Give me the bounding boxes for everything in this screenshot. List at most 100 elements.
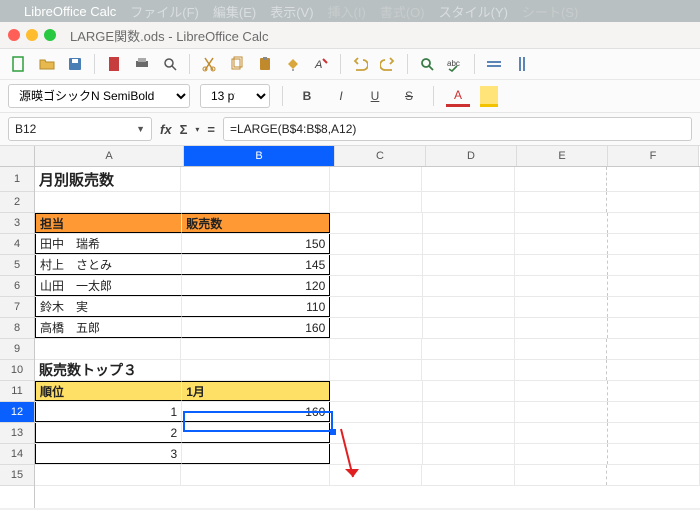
font-size-select[interactable]: 13 pt [200, 84, 270, 108]
cell[interactable]: 販売数トップ３ [35, 360, 181, 380]
paste-button[interactable] [254, 53, 276, 75]
name-box-dropdown-icon[interactable]: ▼ [136, 124, 145, 134]
cell[interactable] [422, 465, 515, 485]
export-pdf-button[interactable] [103, 53, 125, 75]
clear-format-button[interactable]: A [310, 53, 332, 75]
cell[interactable]: 120 [182, 276, 330, 296]
cell[interactable] [515, 276, 607, 296]
cell[interactable] [35, 339, 181, 359]
cell[interactable] [422, 360, 515, 380]
cell[interactable] [181, 339, 329, 359]
cell[interactable] [515, 255, 607, 275]
equals-button[interactable]: = [207, 122, 215, 137]
cell[interactable] [608, 402, 700, 422]
cell[interactable] [608, 255, 700, 275]
cell[interactable] [608, 423, 700, 443]
undo-button[interactable] [349, 53, 371, 75]
print-button[interactable] [131, 53, 153, 75]
cell[interactable] [330, 276, 422, 296]
cell[interactable] [607, 192, 700, 212]
cell[interactable]: 山田 一太郎 [35, 276, 182, 296]
cell[interactable] [330, 423, 422, 443]
menu-view[interactable]: 表示(V) [270, 2, 313, 21]
cell[interactable] [608, 381, 700, 401]
cell[interactable]: 2 [35, 423, 182, 443]
redo-button[interactable] [377, 53, 399, 75]
window-zoom-button[interactable] [44, 29, 56, 41]
print-preview-button[interactable] [159, 53, 181, 75]
cell[interactable] [423, 276, 515, 296]
cell[interactable] [181, 167, 329, 191]
cell[interactable] [423, 234, 515, 254]
cells-area[interactable]: 月別販売数 担当 販売数 [35, 167, 700, 486]
cell[interactable] [330, 318, 422, 338]
menu-file[interactable]: ファイル(F) [130, 2, 199, 21]
cell[interactable] [608, 318, 700, 338]
cell[interactable] [607, 339, 700, 359]
column-header[interactable]: F [608, 146, 699, 166]
cell[interactable] [423, 318, 515, 338]
cell[interactable] [607, 167, 700, 191]
cell[interactable] [330, 360, 423, 380]
cell[interactable] [35, 465, 181, 485]
window-minimize-button[interactable] [26, 29, 38, 41]
row-header[interactable]: 1 [0, 167, 34, 192]
cell[interactable] [181, 192, 329, 212]
italic-button[interactable]: I [329, 84, 353, 108]
column-header[interactable]: C [335, 146, 426, 166]
row-header[interactable]: 6 [0, 276, 34, 297]
row-header[interactable]: 5 [0, 255, 34, 276]
cell[interactable] [330, 213, 422, 233]
row-header[interactable]: 2 [0, 192, 34, 213]
highlight-color-button[interactable] [480, 86, 498, 107]
cell[interactable] [423, 297, 515, 317]
row-header[interactable]: 15 [0, 465, 34, 486]
cell[interactable] [330, 234, 422, 254]
menu-format[interactable]: 書式(O) [380, 2, 425, 21]
cell[interactable] [608, 297, 700, 317]
find-button[interactable] [416, 53, 438, 75]
cell[interactable] [330, 255, 422, 275]
cell[interactable]: 1 [35, 402, 182, 422]
cut-button[interactable] [198, 53, 220, 75]
cell[interactable]: 110 [182, 297, 330, 317]
cell[interactable] [330, 381, 422, 401]
cell[interactable] [330, 444, 422, 464]
cell[interactable] [608, 213, 700, 233]
cell[interactable] [422, 192, 515, 212]
cell[interactable]: 160 [182, 402, 330, 422]
menu-sheet[interactable]: シート(S) [522, 2, 578, 21]
cell[interactable]: 村上 さとみ [35, 255, 182, 275]
row-header[interactable]: 10 [0, 360, 34, 381]
function-wizard-button[interactable]: fx [160, 122, 172, 137]
clone-format-button[interactable] [282, 53, 304, 75]
cell[interactable]: 160 [182, 318, 330, 338]
cell[interactable] [181, 360, 329, 380]
row-header[interactable]: 3 [0, 213, 34, 234]
cell[interactable] [330, 339, 423, 359]
cell[interactable]: 1月 [182, 381, 330, 401]
cell[interactable] [330, 465, 423, 485]
cell[interactable] [423, 213, 515, 233]
cell[interactable] [515, 167, 608, 191]
column-header[interactable]: B [184, 146, 335, 166]
cell[interactable] [330, 297, 422, 317]
cell[interactable] [182, 423, 330, 443]
cell[interactable]: 3 [35, 444, 182, 464]
cell[interactable] [515, 381, 607, 401]
cell[interactable] [515, 234, 607, 254]
cell[interactable] [515, 318, 607, 338]
row-header[interactable]: 11 [0, 381, 34, 402]
row-header[interactable]: 13 [0, 423, 34, 444]
column-header[interactable]: A [35, 146, 184, 166]
cell[interactable] [423, 255, 515, 275]
menu-edit[interactable]: 編集(E) [213, 2, 256, 21]
cell[interactable] [515, 213, 607, 233]
cell[interactable] [515, 192, 608, 212]
row-header[interactable]: 4 [0, 234, 34, 255]
cell[interactable] [515, 423, 607, 443]
cell[interactable] [330, 192, 423, 212]
cell[interactable] [423, 381, 515, 401]
cell[interactable] [608, 234, 700, 254]
cell[interactable] [423, 423, 515, 443]
